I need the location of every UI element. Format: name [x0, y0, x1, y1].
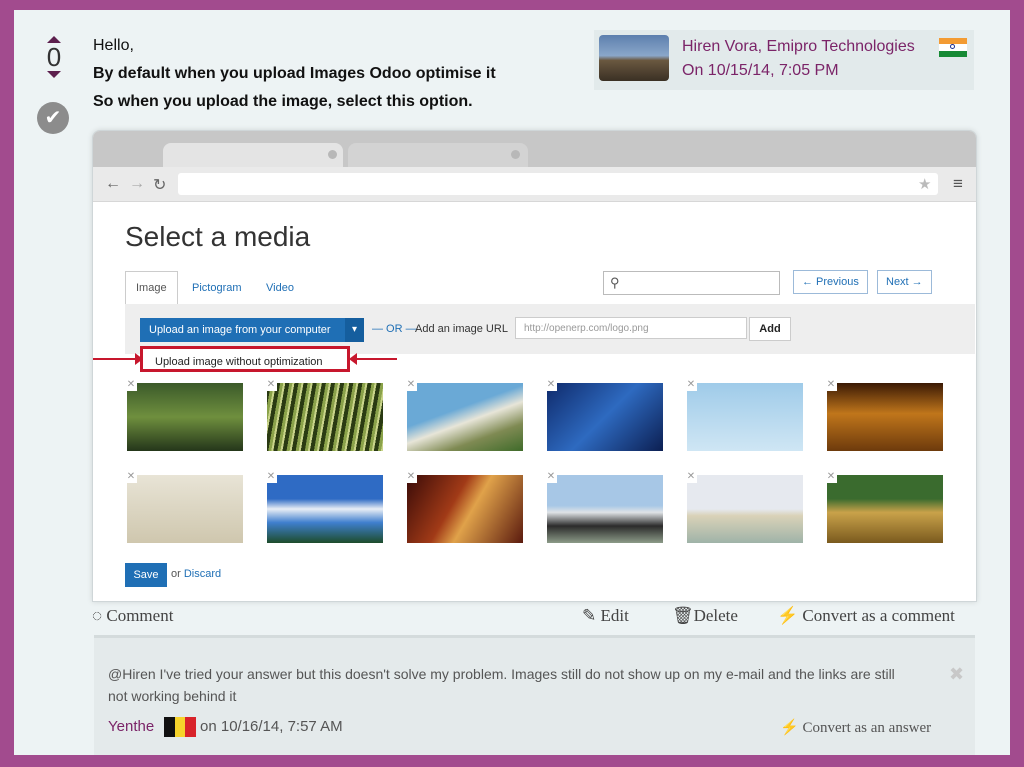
author-card: Hiren Vora, Emipro Technologies On 10/15… [594, 30, 974, 90]
dialog-title: Select a media [125, 221, 311, 252]
delete-label: Delete [693, 606, 738, 625]
gallery-image[interactable]: ✕ [125, 471, 243, 543]
edit-label: Edit [600, 606, 629, 625]
image-url-input[interactable]: http://openerp.com/logo.png [515, 317, 747, 339]
bookmark-star-icon[interactable]: ★ [918, 175, 931, 193]
upload-image-button[interactable]: Upload an image from your computer [140, 318, 345, 342]
close-icon[interactable]: ✕ [685, 471, 697, 483]
browser-tab[interactable] [348, 143, 528, 167]
close-icon[interactable]: ✕ [685, 379, 697, 391]
close-icon[interactable]: ✕ [405, 471, 417, 483]
tab-pictogram[interactable]: Pictogram [182, 272, 252, 304]
belgium-flag-icon [164, 717, 197, 737]
comment-author[interactable]: Yenthe [108, 718, 154, 735]
back-arrow-icon[interactable]: ← [105, 175, 121, 193]
close-icon[interactable]: ✕ [545, 379, 557, 391]
comment-date: on 10/16/14, 7:57 AM [200, 718, 343, 735]
save-button[interactable]: Save [125, 563, 167, 587]
search-icon: ⚲ [610, 275, 620, 290]
convert-answer-label: Convert as an answer [802, 720, 932, 736]
menu-icon[interactable]: ≡ [953, 174, 963, 194]
comment-action[interactable]: ◌ Comment [92, 606, 173, 626]
gallery-image[interactable]: ✕ [825, 379, 943, 451]
browser-tab-strip [93, 131, 976, 167]
close-icon[interactable]: ✖ [949, 664, 964, 685]
gallery-image[interactable]: ✕ [825, 471, 943, 543]
close-icon[interactable]: ✕ [265, 379, 277, 391]
gallery-image[interactable]: ✕ [265, 379, 383, 451]
close-icon[interactable]: ✕ [125, 471, 137, 483]
close-icon[interactable]: ✕ [265, 471, 277, 483]
comment: @Hiren I've tried your answer but this d… [94, 635, 975, 755]
highlight-arrow-right [349, 353, 397, 365]
post-actions: ◌ Comment ✎ Edit 🗑Delete ⚡ Convert as a … [92, 602, 975, 630]
pencil-icon: ✎ [582, 606, 597, 625]
or-separator: — OR — [372, 323, 417, 335]
close-icon[interactable]: ✕ [405, 379, 417, 391]
vote-count: 0 [46, 42, 62, 72]
convert-label: Convert as a comment [802, 606, 955, 625]
downvote-arrow-icon[interactable] [47, 71, 61, 78]
wand-icon: ⚡ [780, 720, 799, 736]
author-date: On 10/15/14, 7:05 PM [682, 62, 839, 79]
gallery-image[interactable]: ✕ [685, 471, 803, 543]
forward-arrow-icon[interactable]: → [129, 175, 145, 193]
edit-action[interactable]: ✎ Edit [582, 606, 629, 626]
author-name[interactable]: Hiren Vora, Emipro Technologies [682, 38, 915, 56]
gallery-image[interactable]: ✕ [405, 379, 523, 451]
vote-widget: 0 [39, 36, 69, 78]
image-url-label: Add an image URL [415, 323, 508, 335]
close-icon[interactable]: ✕ [825, 379, 837, 391]
tab-video[interactable]: Video [256, 272, 304, 304]
gallery-image[interactable]: ✕ [405, 471, 523, 543]
trash-icon: 🗑 [672, 606, 694, 625]
browser-address-bar: ← → ↻ ★ ≡ [93, 167, 976, 202]
author-avatar[interactable] [599, 35, 669, 81]
close-icon[interactable]: ✕ [125, 379, 137, 391]
comment-label: Comment [106, 606, 174, 625]
media-search-input[interactable]: ⚲ [603, 271, 780, 295]
gallery-image[interactable]: ✕ [265, 471, 383, 543]
answer-line-1: By default when you upload Images Odoo o… [93, 65, 496, 82]
comment-text: @Hiren I've tried your answer but this d… [108, 666, 895, 704]
answer-line-2: So when you upload the image, select thi… [93, 93, 473, 110]
convert-to-answer-action[interactable]: ⚡ Convert as an answer [780, 718, 931, 737]
speech-bubble-icon: ◌ [92, 606, 103, 625]
gallery-image[interactable]: ✕ [685, 379, 803, 451]
gallery-image[interactable]: ✕ [125, 379, 243, 451]
highlight-arrow-left [93, 353, 143, 365]
india-flag-icon [939, 38, 967, 57]
next-button[interactable]: Next → [877, 270, 932, 294]
answer-body: Hello, By default when you upload Images… [93, 32, 496, 116]
close-icon[interactable]: ✕ [545, 471, 557, 483]
wand-icon: ⚡ [777, 606, 799, 625]
media-tabs: Image Pictogram Video [125, 271, 304, 304]
browser-screenshot: ← → ↻ ★ ≡ Select a media Image Pictogram… [92, 130, 977, 602]
convert-to-comment-action[interactable]: ⚡ Convert as a comment [777, 606, 955, 626]
or-text: or [171, 568, 181, 580]
gallery-image[interactable]: ✕ [545, 379, 663, 451]
upload-without-optimization-item[interactable]: Upload image without optimization [140, 346, 350, 372]
close-icon[interactable]: ✕ [825, 471, 837, 483]
delete-action[interactable]: 🗑Delete [672, 606, 738, 626]
previous-button[interactable]: ← Previous [793, 270, 868, 294]
discard-link[interactable]: Discard [184, 568, 221, 580]
answer-greeting: Hello, [93, 37, 134, 54]
question-post: 0 ✔ Hello, By default when you upload Im… [14, 10, 1010, 755]
browser-tab[interactable] [163, 143, 343, 167]
add-url-button[interactable]: Add [749, 317, 791, 341]
url-input[interactable] [178, 173, 938, 195]
tab-image[interactable]: Image [125, 271, 178, 304]
discard-row: or Discard [171, 568, 221, 580]
reload-icon[interactable]: ↻ [153, 175, 166, 195]
gallery-image[interactable]: ✕ [545, 471, 663, 543]
upload-dropdown-toggle[interactable]: ▾ [345, 318, 364, 342]
accept-answer-check-icon[interactable]: ✔ [37, 102, 69, 134]
